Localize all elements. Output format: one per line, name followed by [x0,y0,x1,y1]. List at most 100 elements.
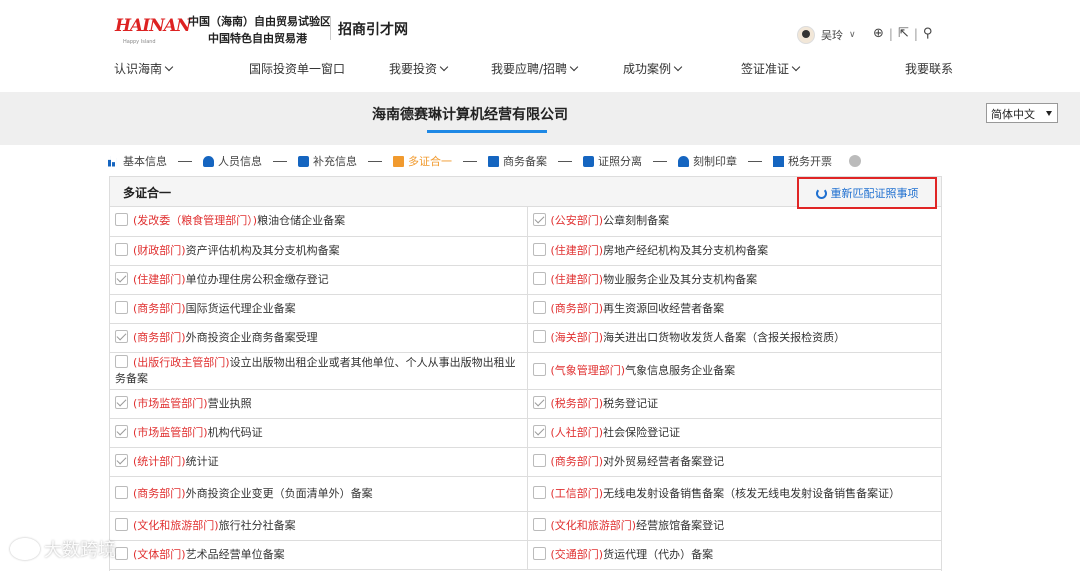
user-menu[interactable]: 吴玲 ∨ [797,26,856,44]
cert-item[interactable]: (住建部门)单位办理住房公积金缴存登记 [110,265,528,295]
step-supplement-info[interactable]: 补充信息 [298,153,357,169]
table-row: (文体部门)艺术品经营单位备案 (交通部门)货运代理（代办）备案 [110,540,941,570]
hainan-logo[interactable]: HAINAN Happy Island [115,14,191,48]
step-seal-engraving[interactable]: 刻制印章 [678,153,737,169]
chevron-down-icon [791,62,801,72]
cert-item[interactable]: (税务部门)税务登记证 [527,389,941,419]
rematch-button[interactable]: 重新匹配证照事项 [797,177,937,209]
cert-checkbox[interactable] [532,329,546,343]
search-icon[interactable]: ⚲ [923,26,933,41]
rematch-label: 重新匹配证照事项 [830,187,919,200]
cert-department: (公安部门) [550,214,604,228]
cert-checkbox[interactable] [115,329,128,343]
avatar [797,26,815,44]
cert-checkbox[interactable] [115,242,128,256]
cert-department: (出版行政主管部门) [133,355,230,369]
share-icon[interactable]: ⇱ [898,26,909,41]
cert-checkbox[interactable] [115,517,128,531]
cert-item[interactable]: (住建部门)房地产经纪机构及其分支机构备案 [527,236,941,266]
id-card-icon [583,155,594,167]
cert-item[interactable]: (商务部门)外商投资企业变更（负面清单外）备案 [110,476,528,512]
cert-item[interactable]: (工信部门)无线电发射设备销售备案（核发无线电发射设备销售备案证） [527,476,941,512]
cert-item[interactable]: (出版行政主管部门)设立出版物出租企业或者其他单位、个人从事出版物出租业务备案 [110,352,528,390]
step-license-separation[interactable]: 证照分离 [583,153,642,169]
cert-department: (统计部门) [133,454,186,468]
language-select[interactable]: 简体中文 [986,103,1058,123]
step-connector [748,160,762,162]
watermark: 大数跨境 [10,536,116,562]
step-multi-cert[interactable]: 多证合一 [393,153,452,169]
step-label: 税务开票 [788,155,832,168]
table-row: (商务部门)外商投资企业商务备案受理 (海关部门)海关进出口货物收发货人备案（含报… [110,323,941,353]
stamp-icon [678,155,689,167]
cert-item[interactable]: (文体部门)艺术品经营单位备案 [110,540,528,570]
nav-know-hainan[interactable]: 认识海南 [114,60,174,77]
nav-jobs[interactable]: 我要应聘/招聘 [491,60,579,77]
cert-item-label: 外商投资企业变更（负面清单外）备案 [185,486,373,500]
cert-checkbox[interactable] [115,453,128,467]
cert-checkbox[interactable] [532,362,546,376]
cert-checkbox[interactable] [532,300,546,314]
cert-checkbox[interactable] [532,485,546,499]
box-icon [298,155,309,167]
cert-checkbox[interactable] [532,242,546,256]
cert-item-label: 外商投资企业商务备案受理 [185,330,318,344]
step-connector [558,160,572,162]
nav-invest[interactable]: 我要投资 [389,60,449,77]
nav-visa[interactable]: 签证准证 [741,60,801,77]
cert-checkbox[interactable] [115,354,128,368]
book-icon [488,155,499,167]
cert-checkbox[interactable] [115,271,128,285]
step-basic-info[interactable]: 基本信息 [108,153,167,169]
multi-cert-panel: 多证合一 重新匹配证照事项 (发改委（粮食管理部门）)粮油仓储企业备案 (公安部门… [109,176,942,571]
cert-item[interactable]: (海关部门)海关进出口货物收发货人备案（含报关报检资质） [527,323,941,353]
cert-item[interactable]: (气象管理部门)气象信息服务企业备案 [527,352,941,390]
cert-checkbox[interactable] [532,546,546,560]
step-tax-invoice[interactable]: 税务开票 [773,153,832,169]
step-personnel-info[interactable]: 人员信息 [203,153,262,169]
cert-item-label: 单位办理住房公积金缴存登记 [185,272,329,286]
cert-item[interactable]: (住建部门)物业服务企业及其分支机构备案 [527,265,941,295]
cert-item[interactable]: (商务部门)外商投资企业商务备案受理 [110,323,528,353]
table-row: (发改委（粮食管理部门）)粮油仓储企业备案 (公安部门)公章刻制备案 [110,207,941,237]
cert-checkbox[interactable] [115,300,128,314]
cert-item-label: 统计证 [185,454,219,468]
cert-item[interactable]: (文化和旅游部门)经营旅馆备案登记 [527,511,941,541]
cert-checkbox[interactable] [115,213,128,227]
cert-item[interactable]: (文化和旅游部门)旅行社分社备案 [110,511,528,541]
nav-cases[interactable]: 成功案例 [623,60,683,77]
cert-item[interactable]: (交通部门)货运代理（代办）备案 [527,540,941,570]
globe-icon[interactable]: ⊕ [873,26,884,41]
cert-item[interactable]: (财政部门)资产评估机构及其分支机构备案 [110,236,528,266]
cert-checkbox[interactable] [532,213,546,227]
tool-separator: | [888,26,893,41]
cert-item[interactable]: (统计部门)统计证 [110,447,528,477]
nav-single-window[interactable]: 国际投资单一窗口 [249,60,345,77]
refresh-icon [815,187,827,199]
cert-item-label: 艺术品经营单位备案 [185,547,285,561]
step-label: 商务备案 [503,155,547,168]
cert-checkbox[interactable] [115,395,128,409]
cert-item[interactable]: (商务部门)国际货运代理企业备案 [110,294,528,324]
more-icon[interactable] [849,155,861,167]
step-business-filing[interactable]: 商务备案 [488,153,547,169]
cert-checkbox[interactable] [115,546,128,560]
cert-item[interactable]: (发改委（粮食管理部门）)粮油仓储企业备案 [110,207,528,237]
cert-item[interactable]: (商务部门)再生资源回收经营者备案 [527,294,941,324]
nav-contact[interactable]: 我要联系 [905,60,953,77]
cert-item[interactable]: (公安部门)公章刻制备案 [527,207,941,237]
cert-checkbox[interactable] [532,271,546,285]
cert-item[interactable]: (商务部门)对外贸易经营者备案登记 [527,447,941,477]
cert-item-label: 国际货运代理企业备案 [185,301,296,315]
cert-item[interactable]: (市场监管部门)机构代码证 [110,418,528,448]
cert-checkbox[interactable] [115,485,128,499]
cert-checkbox[interactable] [532,424,546,438]
cert-checkbox[interactable] [532,453,546,467]
cert-checkbox[interactable] [532,517,546,531]
cert-checkbox[interactable] [115,424,128,438]
cert-department: (发改委（粮食管理部门）) [133,214,258,228]
nav-label: 成功案例 [623,62,672,76]
cert-checkbox[interactable] [532,395,546,409]
cert-item[interactable]: (市场监管部门)营业执照 [110,389,528,419]
cert-item[interactable]: (人社部门)社会保险登记证 [527,418,941,448]
